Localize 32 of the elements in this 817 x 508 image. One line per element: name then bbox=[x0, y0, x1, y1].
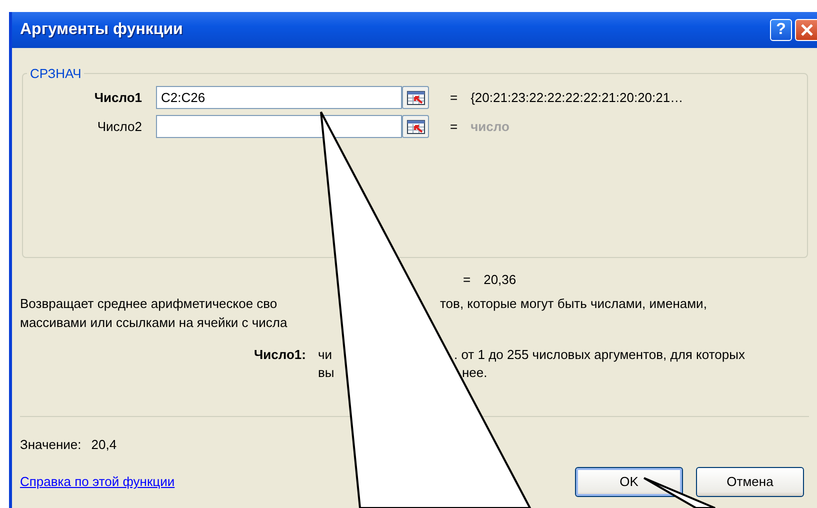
argument-description: нее. bbox=[462, 364, 488, 382]
equals-sign: = bbox=[463, 272, 471, 287]
range-select-icon bbox=[406, 120, 424, 134]
argument-description: . от 1 до 255 числовых аргументов, для которых bbox=[454, 346, 746, 364]
group-title: СРЗНАЧ bbox=[29, 67, 82, 80]
argument-label: Число2 bbox=[96, 118, 143, 136]
ok-button[interactable]: OK bbox=[575, 467, 683, 497]
range-button[interactable] bbox=[402, 115, 429, 138]
window-title: Аргументы функции bbox=[20, 20, 184, 40]
description-text: тов, которые могут быть числами, именами, bbox=[440, 294, 708, 312]
formula-result: 20,36 bbox=[484, 272, 516, 287]
help-button[interactable]: ? bbox=[770, 19, 792, 41]
argument-description: чи bbox=[318, 346, 334, 364]
description-text: массивами или ссылками на ячейки с числа bbox=[20, 314, 288, 332]
argument-label: Число1 bbox=[93, 88, 143, 107]
cancel-button[interactable]: Отмена bbox=[696, 467, 804, 497]
close-button[interactable] bbox=[795, 19, 817, 41]
equals-sign: = bbox=[450, 88, 458, 107]
value-text: 20,4 bbox=[91, 436, 117, 452]
range-button[interactable] bbox=[402, 86, 429, 109]
close-icon bbox=[800, 23, 814, 37]
argument-field[interactable]: C2:C26 bbox=[156, 86, 402, 109]
argument-description: вы bbox=[318, 364, 336, 382]
value-label: Значение: bbox=[20, 436, 82, 452]
range-select-icon bbox=[406, 90, 424, 104]
argument-label: Число1: bbox=[253, 346, 307, 364]
equals-sign: = bbox=[450, 118, 458, 136]
argument-field[interactable] bbox=[156, 115, 402, 138]
help-link[interactable]: Справка по этой функции bbox=[20, 472, 575, 492]
argument-result: {20:21:23:22:22:22:22:21:20:20:21… bbox=[470, 88, 684, 107]
argument-result: число bbox=[470, 118, 510, 136]
description-text: Возвращает среднее арифметическое сво bbox=[20, 294, 278, 312]
